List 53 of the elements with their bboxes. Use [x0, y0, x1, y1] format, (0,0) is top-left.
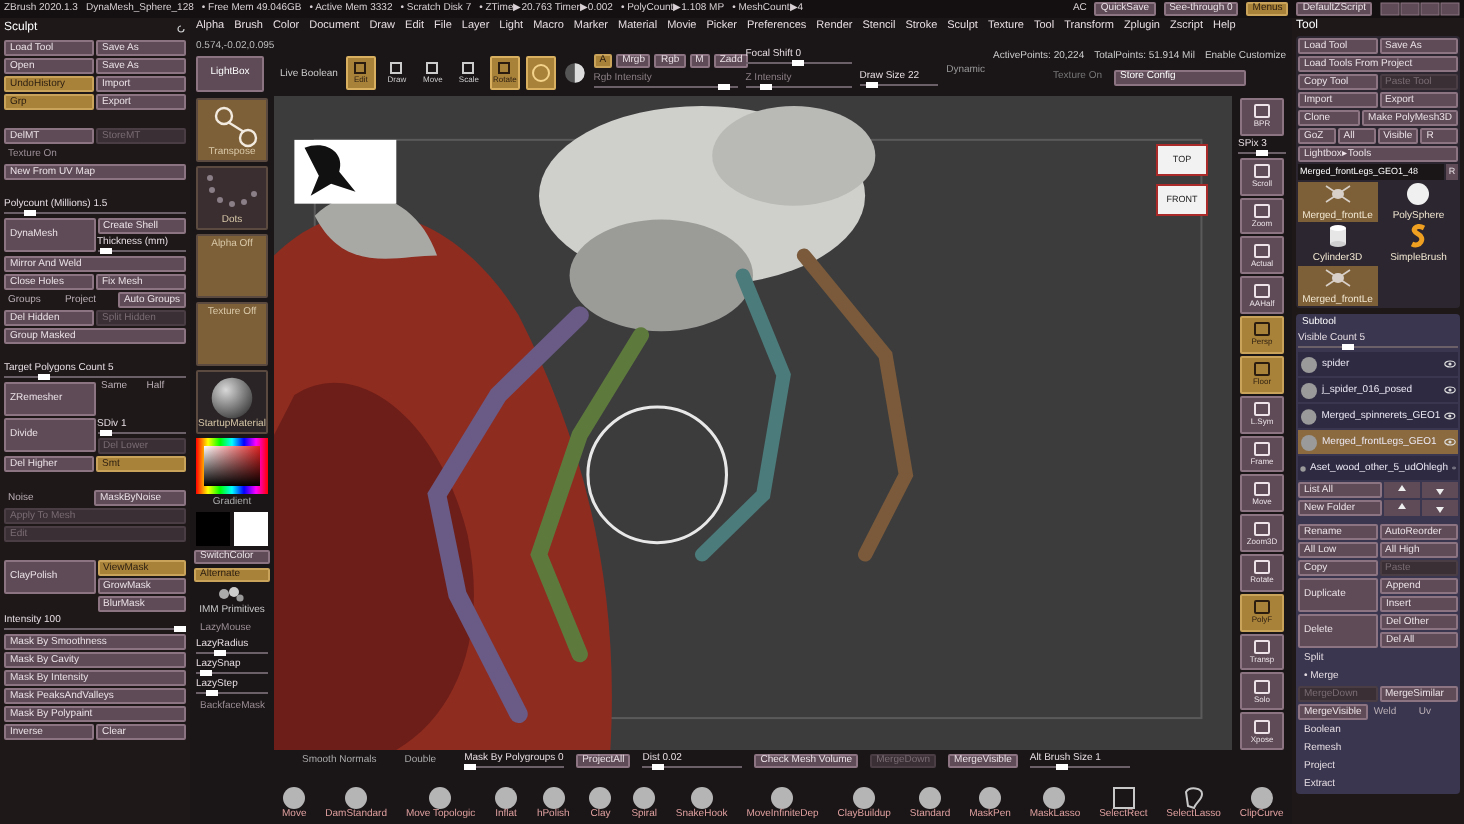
color-picker[interactable] [196, 438, 268, 494]
slider-thumb[interactable] [792, 59, 805, 65]
rectangle-icon [1111, 786, 1136, 810]
spider-icon [1321, 182, 1354, 206]
s-shape-icon [1408, 224, 1429, 248]
sphere-icon [632, 786, 657, 810]
slider-thumb[interactable] [199, 670, 211, 676]
sphere-icon [978, 786, 1002, 810]
sphere-icon[interactable] [563, 61, 586, 83]
slider-thumb[interactable] [214, 650, 226, 656]
sphere-icon [541, 786, 566, 810]
eye-icon[interactable] [1444, 360, 1456, 368]
slider-thumb[interactable] [100, 248, 113, 254]
sphere-icon [588, 786, 613, 810]
sphere-icon [282, 786, 307, 810]
sphere-icon [428, 786, 453, 810]
slider-thumb[interactable] [24, 210, 37, 216]
slider-thumb[interactable] [759, 83, 772, 89]
eye-icon[interactable] [1444, 412, 1456, 420]
slider-thumb[interactable] [174, 626, 186, 632]
slider-thumb[interactable] [1342, 344, 1355, 350]
arrow-up-icon[interactable] [1384, 482, 1420, 498]
sphere-icon [1042, 786, 1067, 810]
circle-tool-button[interactable] [525, 55, 556, 89]
sphere-icon [206, 376, 258, 420]
arrow-down-icon[interactable] [1422, 482, 1458, 498]
lasso-icon [1181, 786, 1206, 810]
sphere-icon [918, 786, 942, 810]
sphere-icon [852, 786, 877, 810]
eye-icon[interactable] [1444, 386, 1456, 394]
slider-thumb[interactable] [866, 81, 879, 87]
slider-thumb[interactable] [718, 84, 731, 90]
sphere-icon [1249, 786, 1274, 810]
sphere-icon [1406, 182, 1431, 206]
arrow-up-icon[interactable] [1384, 500, 1420, 516]
arrow-down-icon[interactable] [1422, 500, 1458, 516]
dots-icon [204, 172, 260, 208]
spider-icon [1321, 266, 1354, 290]
slider-thumb[interactable] [1256, 149, 1268, 156]
slider-thumb[interactable] [1056, 763, 1069, 769]
slider-thumb[interactable] [38, 374, 50, 380]
color-swatches-icon[interactable] [196, 512, 268, 546]
primitives-icon[interactable] [218, 586, 246, 602]
cylinder-icon [1327, 224, 1348, 248]
slider-thumb[interactable] [100, 430, 113, 436]
slider-thumb[interactable] [205, 690, 217, 696]
sphere-icon [689, 786, 714, 810]
refresh-icon[interactable] [176, 23, 186, 33]
sphere-icon [344, 786, 369, 810]
sphere-icon [770, 786, 795, 810]
slider-thumb[interactable] [651, 763, 664, 769]
sphere-icon [494, 786, 519, 810]
slider-thumb[interactable] [464, 763, 477, 769]
